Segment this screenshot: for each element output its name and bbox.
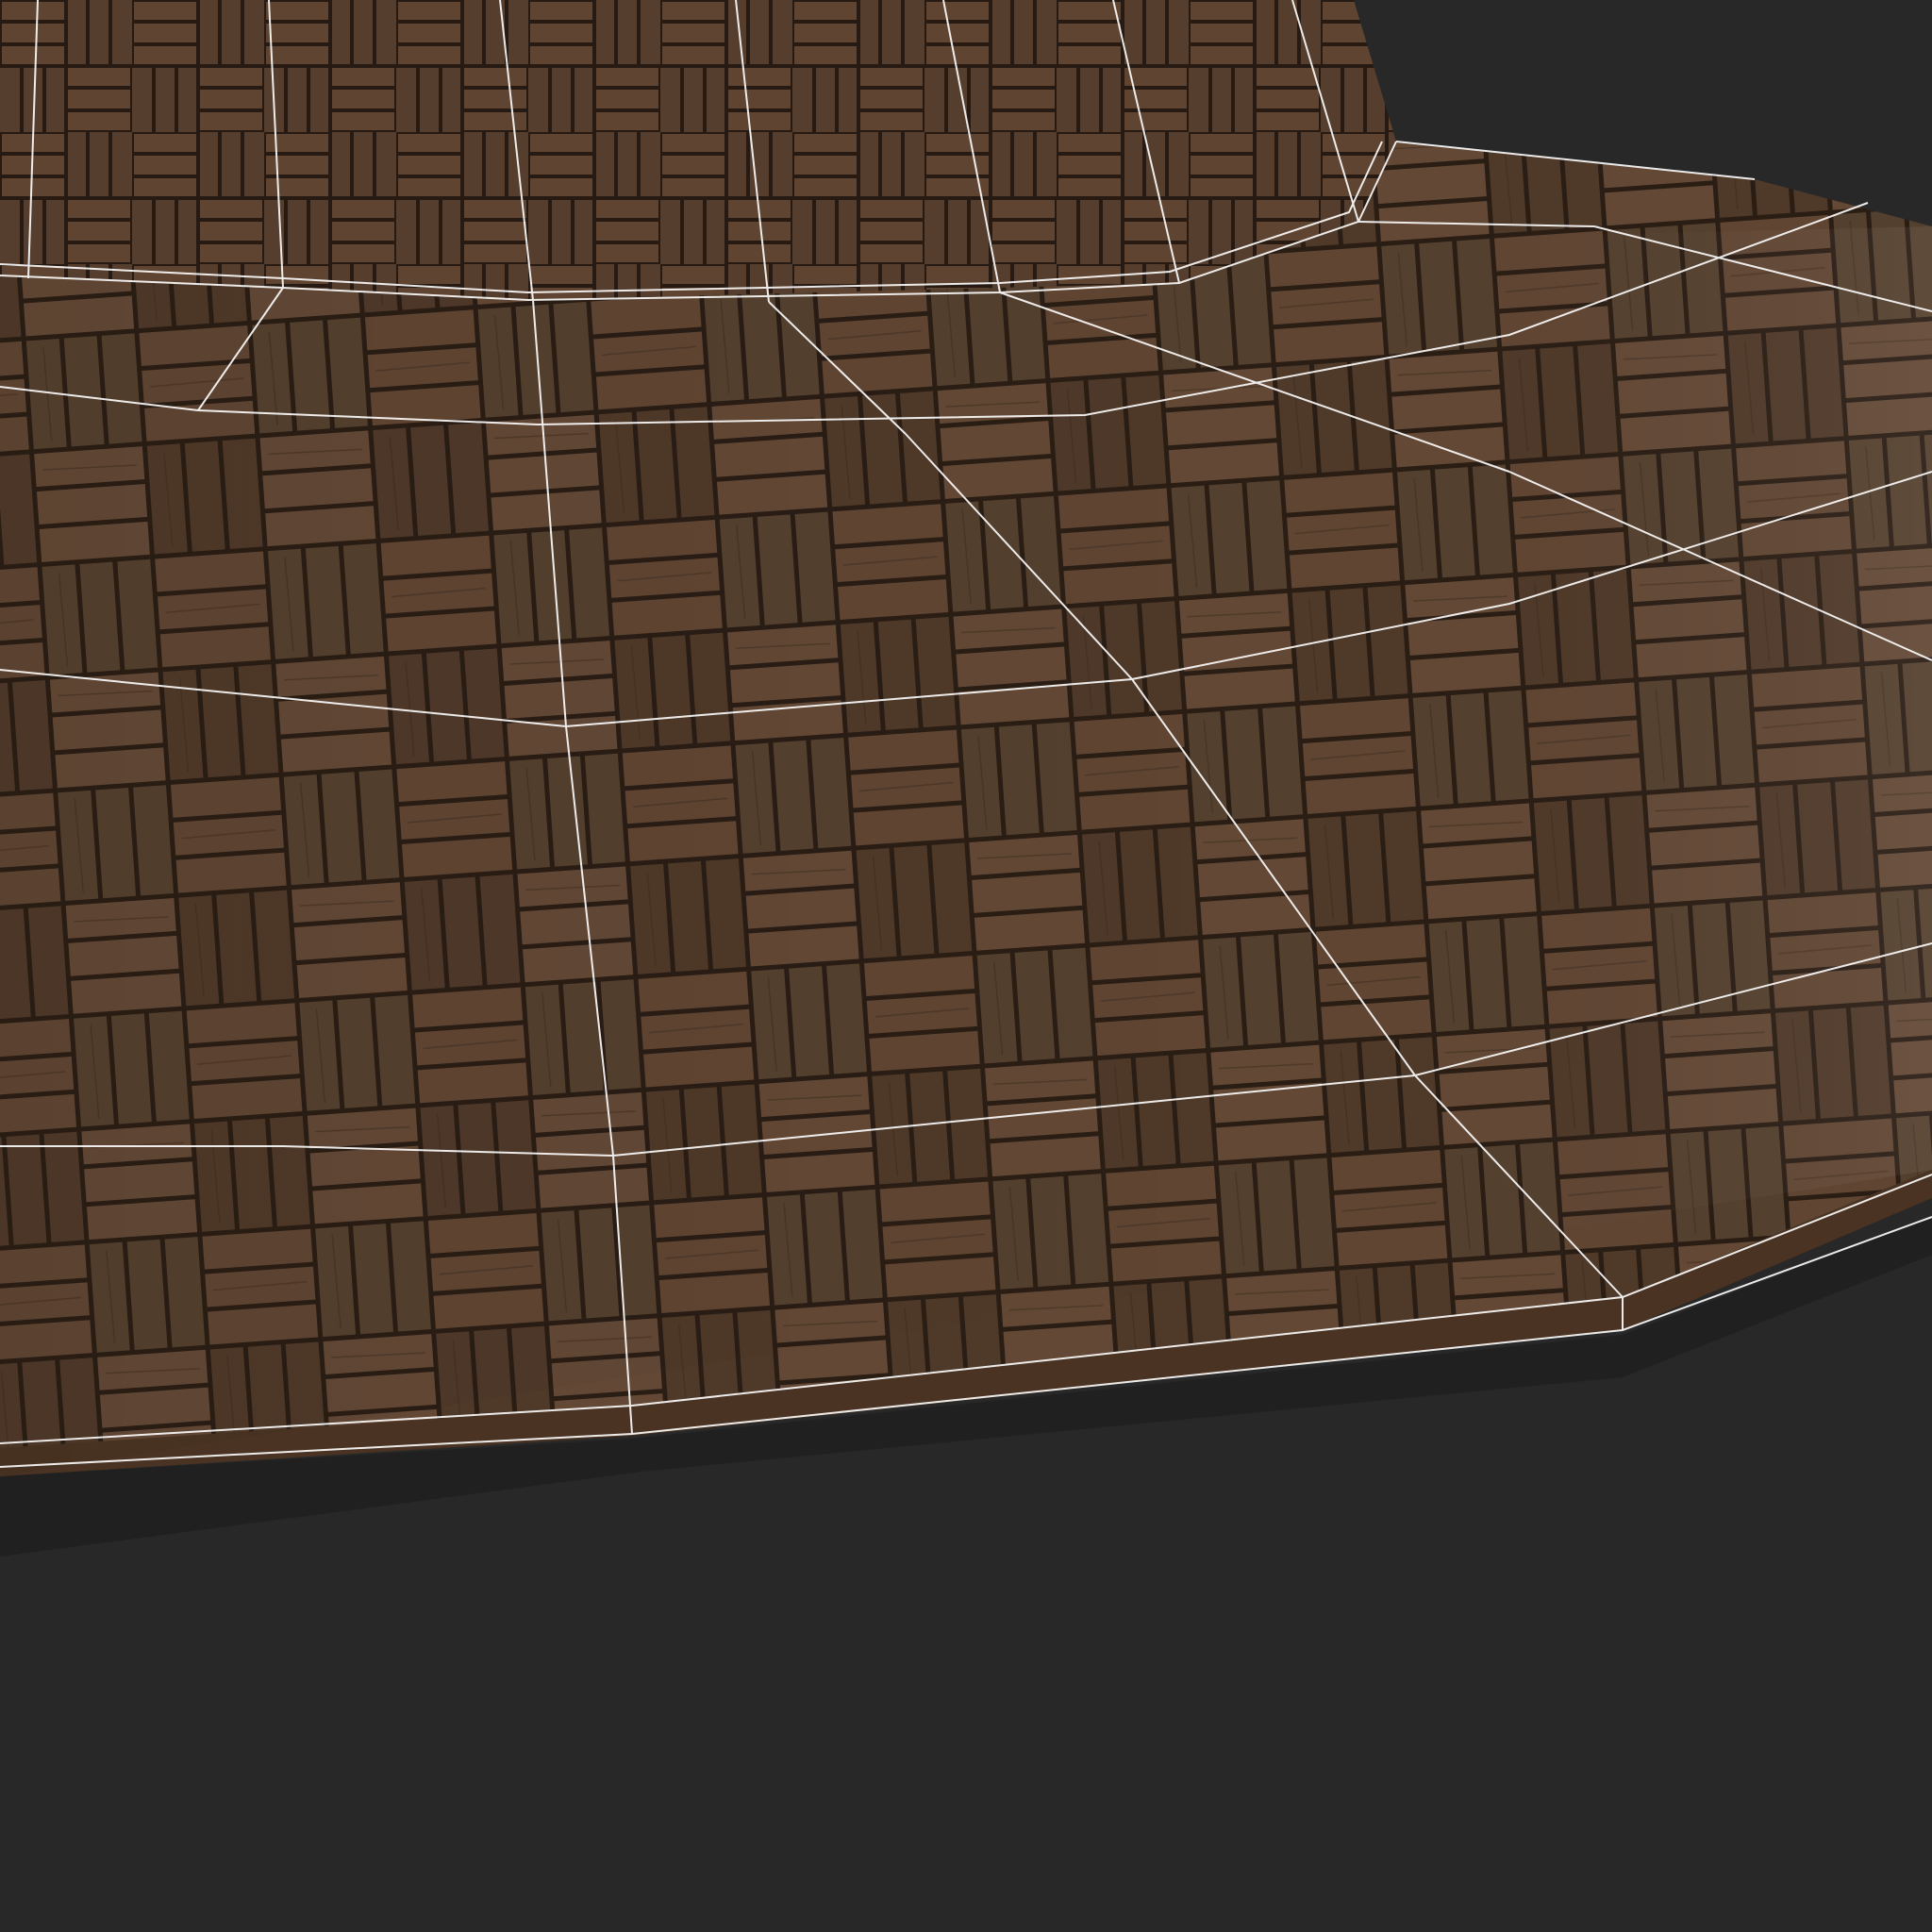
hat-crown (0, 0, 1396, 300)
3d-viewport[interactable] (0, 0, 1932, 1932)
hat-render (0, 0, 1932, 1557)
